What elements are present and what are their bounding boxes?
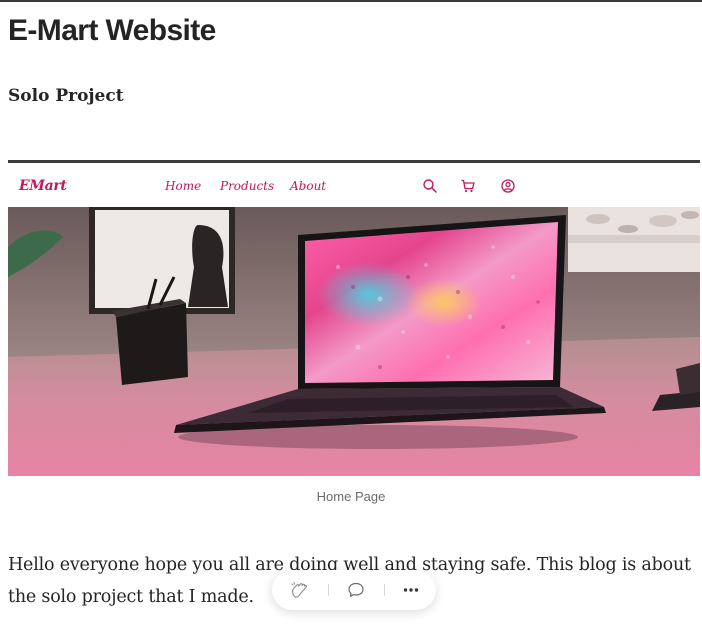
nav-link-about[interactable]: About (290, 179, 326, 193)
post-title: E-Mart Website (8, 14, 216, 47)
action-divider (384, 584, 385, 596)
top-divider (0, 0, 702, 2)
nav-link-home[interactable]: Home (165, 179, 201, 193)
post-subtitle: Solo Project (8, 86, 124, 106)
emart-logo[interactable]: EMart (19, 178, 67, 194)
clap-icon[interactable] (289, 580, 309, 600)
floating-action-bar (272, 570, 436, 610)
more-icon[interactable] (401, 580, 421, 600)
search-icon[interactable] (422, 178, 438, 194)
comment-icon[interactable] (346, 580, 366, 600)
hero-laptop-image (8, 207, 700, 476)
cart-icon[interactable] (460, 178, 476, 194)
user-icon[interactable] (500, 178, 516, 194)
emart-navbar: EMart Home Products About (8, 163, 700, 207)
figure-caption: Home Page (316, 489, 386, 504)
screenshot-figure: EMart Home Products About (8, 160, 700, 476)
action-divider (328, 584, 329, 596)
nav-link-products[interactable]: Products (220, 179, 274, 193)
